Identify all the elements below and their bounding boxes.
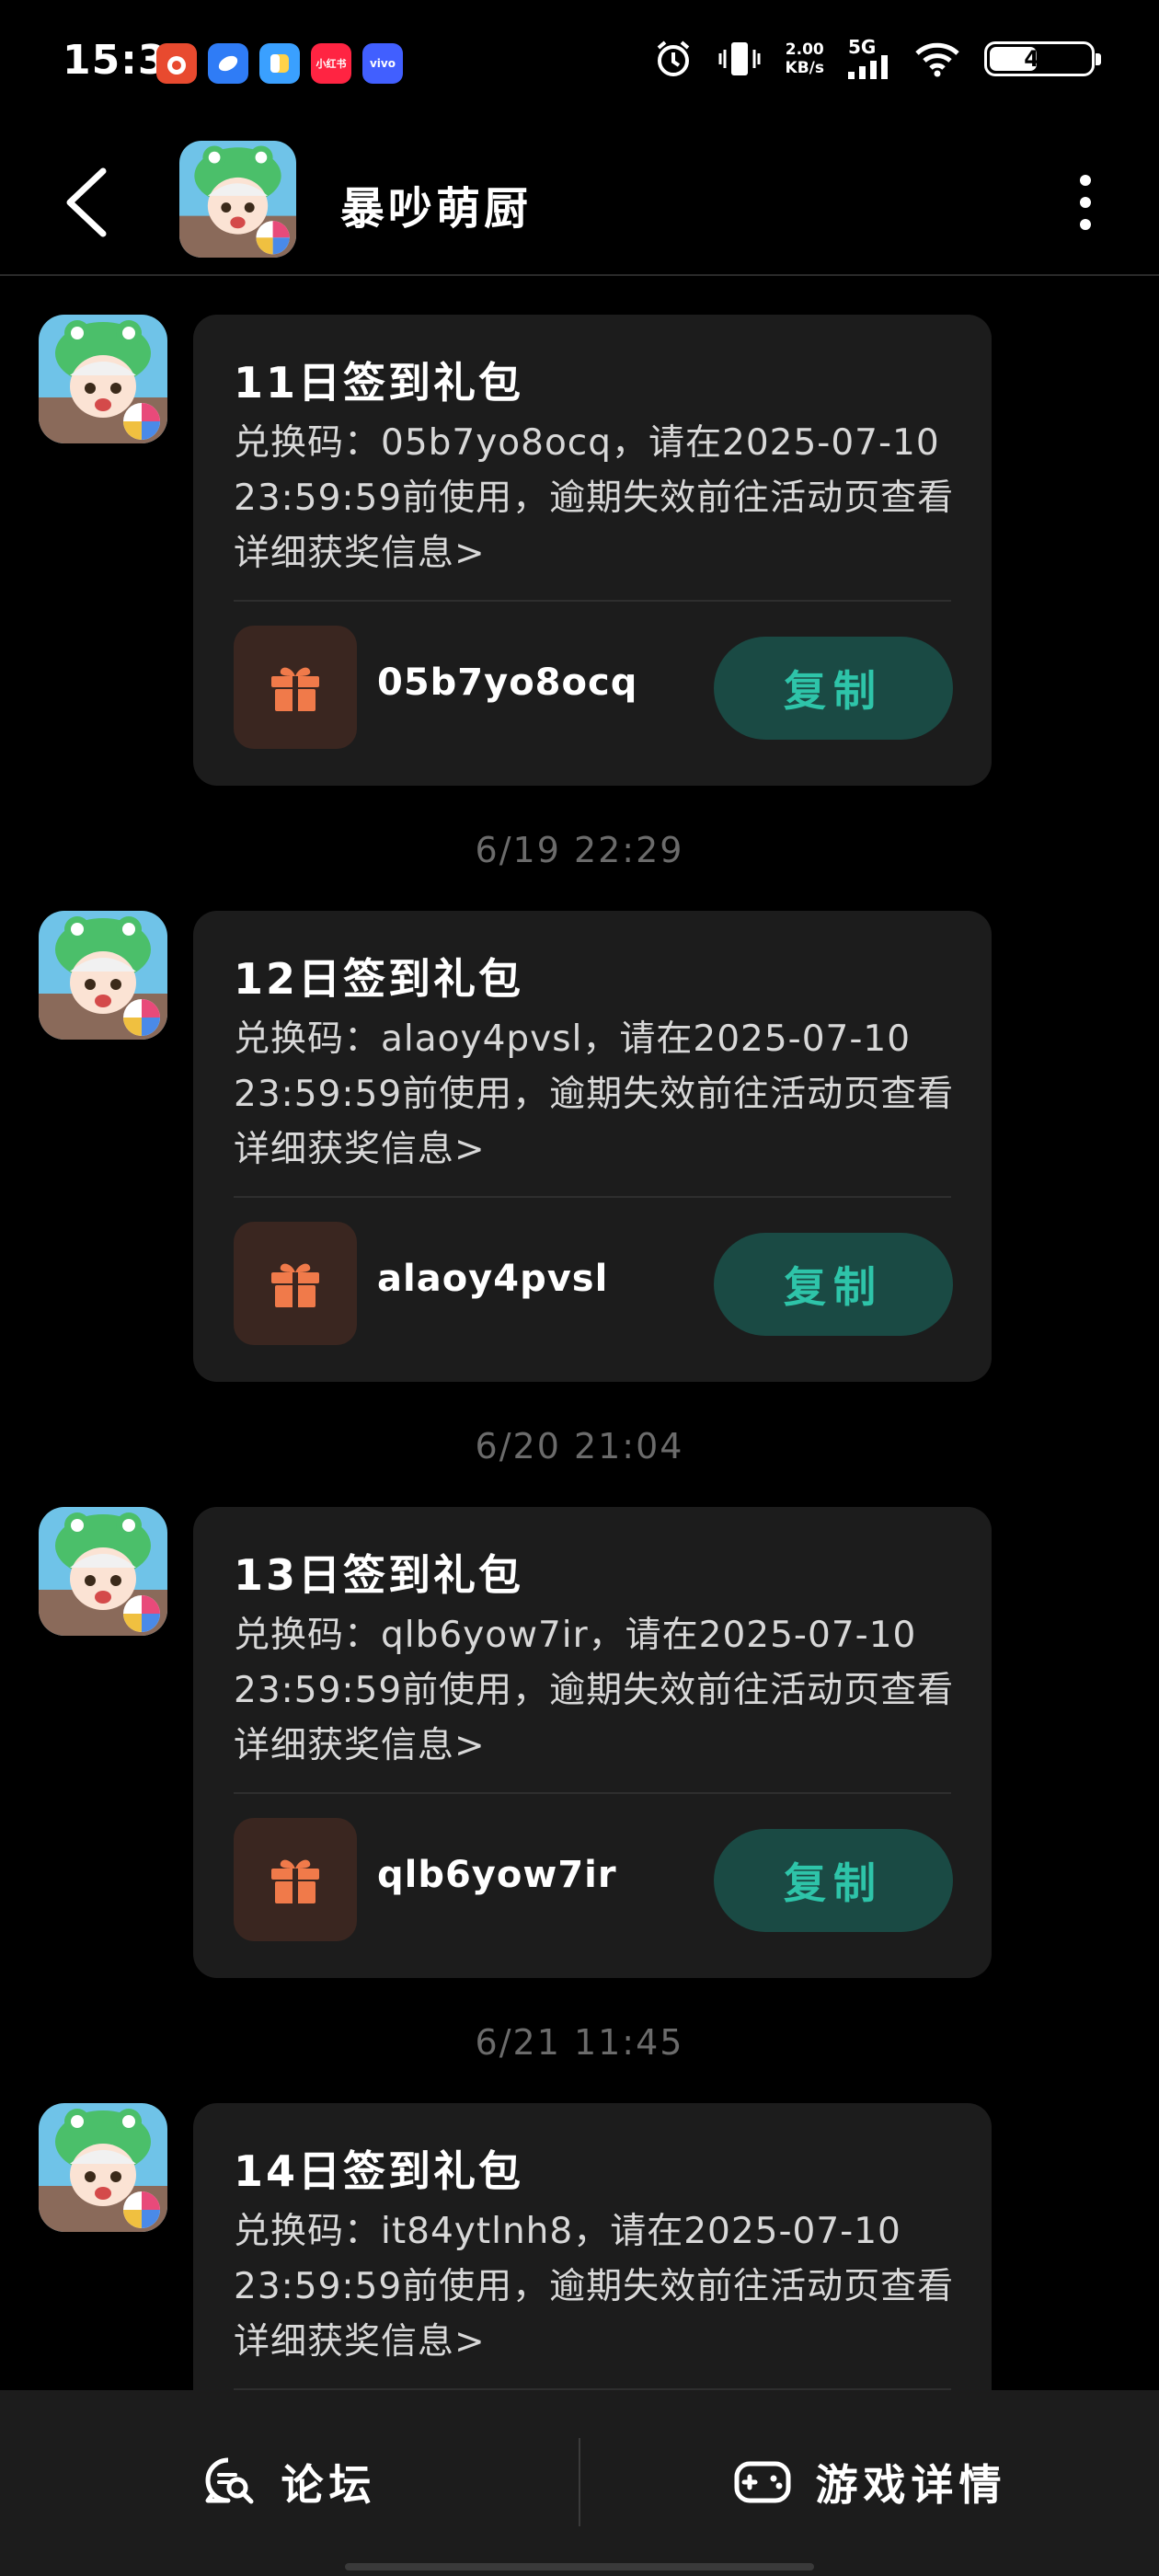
redeem-code: 05b7yo8ocq: [377, 661, 638, 704]
alarm-icon: [657, 40, 689, 76]
battery-percent: 47: [1024, 46, 1055, 72]
copy-button[interactable]: 复制: [714, 1233, 953, 1336]
message-timestamp: 6/21 11:45: [475, 2022, 684, 2063]
game-character-icon: [39, 1507, 167, 1636]
back-button[interactable]: [63, 161, 127, 244]
vibrate-icon: [718, 42, 761, 75]
gift-description[interactable]: 兑换码：05b7yo8ocq，请在2025-07-10 23:59:59前使用，…: [234, 416, 960, 581]
more-dot-icon: [1080, 175, 1091, 186]
gift-message-card[interactable]: 11日签到礼包兑换码：05b7yo8ocq，请在2025-07-10 23:59…: [193, 315, 992, 786]
gift-icon-box: [234, 1222, 357, 1345]
forum-tab[interactable]: 论坛: [0, 2390, 579, 2574]
page-title: 暴吵萌厨: [340, 183, 533, 235]
copy-button[interactable]: 复制: [714, 1829, 953, 1932]
game-character-icon: [39, 2103, 167, 2232]
gift-title: 11日签到礼包: [234, 358, 524, 408]
gamepad-icon: [734, 2461, 790, 2503]
gift-description[interactable]: 兑换码：it84ytlnh8，请在2025-07-10 23:59:59前使用，…: [234, 2204, 960, 2370]
chat-bubble-search-icon: [205, 2457, 253, 2504]
gift-icon-box: [234, 626, 357, 749]
message-avatar[interactable]: [39, 2103, 167, 2232]
notification-app-icon: [259, 43, 300, 84]
card-divider: [234, 1196, 951, 1198]
gift-message-card[interactable]: 14日签到礼包兑换码：it84ytlnh8，请在2025-07-10 23:59…: [193, 2103, 992, 2390]
gift-message-card[interactable]: 13日签到礼包兑换码：qlb6yow7ir，请在2025-07-10 23:59…: [193, 1507, 992, 1978]
game-detail-tab[interactable]: 游戏详情: [580, 2390, 1159, 2574]
gift-title: 12日签到礼包: [234, 954, 524, 1004]
more-dot-icon: [1080, 219, 1091, 230]
xiaohongshu-icon: 小红书: [311, 43, 351, 84]
network-speed-unit: KB/s: [785, 59, 824, 77]
game-character-icon: [179, 141, 296, 258]
chevron-left-icon: [66, 167, 107, 237]
signal-bars-icon: [848, 55, 888, 79]
card-divider: [234, 600, 951, 602]
network-type: 5G: [848, 36, 877, 58]
status-bar: 15:31 小红书 vivo 2.00 KB/s 5G 47: [0, 0, 1159, 124]
chat-header: 暴吵萌厨: [0, 124, 1159, 276]
gift-title: 13日签到礼包: [234, 1550, 524, 1600]
gift-icon-box: [234, 1818, 357, 1941]
more-options-button[interactable]: [1069, 161, 1102, 244]
notification-app-icon: [208, 43, 248, 84]
gift-icon: [271, 1859, 319, 1903]
gift-title: 14日签到礼包: [234, 2146, 524, 2196]
forum-label: 论坛: [281, 2460, 377, 2510]
message-timestamp: 6/19 22:29: [475, 830, 684, 870]
gift-message-card[interactable]: 12日签到礼包兑换码：alaoy4pvsl，请在2025-07-10 23:59…: [193, 911, 992, 1382]
network-speed: 2.00 KB/s: [786, 40, 824, 77]
gift-description[interactable]: 兑换码：qlb6yow7ir，请在2025-07-10 23:59:59前使用，…: [234, 1608, 960, 1774]
message-list[interactable]: 11日签到礼包兑换码：05b7yo8ocq，请在2025-07-10 23:59…: [0, 276, 1159, 2390]
network-speed-value: 2.00: [785, 40, 824, 59]
message-avatar[interactable]: [39, 911, 167, 1040]
game-avatar[interactable]: [179, 141, 296, 258]
status-indicators: 2.00 KB/s 5G 47: [653, 36, 1101, 79]
message-avatar[interactable]: [39, 315, 167, 443]
redeem-code: qlb6yow7ir: [377, 1854, 617, 1896]
battery-indicator: 47: [984, 41, 1101, 76]
game-character-icon: [39, 911, 167, 1040]
message-timestamp: 6/20 21:04: [475, 1426, 684, 1466]
game-character-icon: [39, 315, 167, 443]
gift-description[interactable]: 兑换码：alaoy4pvsl，请在2025-07-10 23:59:59前使用，…: [234, 1012, 960, 1178]
battery-tip: [1096, 53, 1101, 65]
gift-icon: [271, 667, 319, 711]
card-divider: [234, 1792, 951, 1794]
redeem-code: alaoy4pvsl: [377, 1258, 609, 1300]
gift-icon: [271, 1263, 319, 1307]
notification-icons: 小红书 vivo: [156, 43, 403, 84]
copy-button[interactable]: 复制: [714, 637, 953, 740]
game-detail-label: 游戏详情: [815, 2460, 1007, 2510]
home-indicator: [345, 2563, 814, 2570]
wifi-icon: [915, 42, 959, 77]
message-avatar[interactable]: [39, 1507, 167, 1636]
bottom-bar: 论坛 游戏详情: [0, 2390, 1159, 2576]
notification-app-icon: [156, 43, 197, 84]
signal-5g: 5G: [848, 36, 890, 79]
more-dot-icon: [1080, 197, 1091, 208]
vivo-icon: vivo: [362, 43, 403, 84]
